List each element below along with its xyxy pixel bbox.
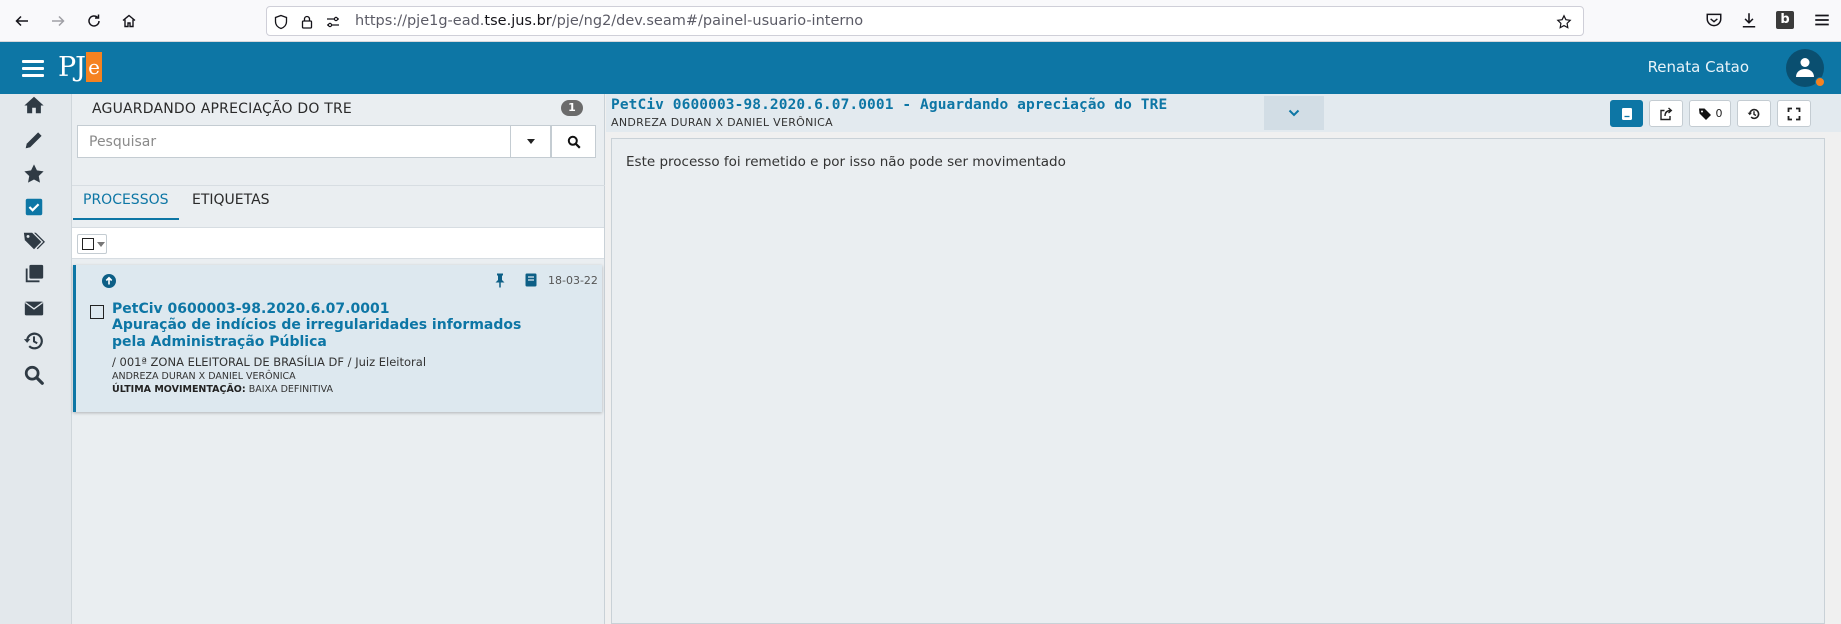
- logo-accent: e: [86, 52, 102, 82]
- search-input[interactable]: [78, 126, 514, 157]
- pin-icon[interactable]: [492, 272, 508, 288]
- chevron-down-icon: [1288, 109, 1300, 117]
- tag-icon: [1698, 108, 1711, 120]
- user-icon: [1796, 58, 1814, 77]
- tags-button[interactable]: 0: [1689, 100, 1731, 127]
- search-dropdown-button[interactable]: [510, 125, 551, 158]
- share-icon: [1660, 106, 1673, 120]
- arrow-right-icon: [52, 15, 65, 27]
- arrow-left-icon: [15, 15, 28, 27]
- status-dot: [1815, 77, 1825, 87]
- process-card[interactable]: 18-03-22 PetCiv 0600003-98.2020.6.07.000…: [73, 265, 602, 412]
- selection-bar: [72, 227, 604, 259]
- logo-text: PJ: [58, 51, 86, 83]
- history-button[interactable]: [1737, 100, 1771, 127]
- tags-icon[interactable]: [22, 229, 46, 253]
- detail-header: PetCiv 0600003-98.2020.6.07.0001 - Aguar…: [606, 94, 1841, 132]
- share-button[interactable]: [1649, 100, 1683, 127]
- reload-button[interactable]: [82, 9, 106, 33]
- process-number[interactable]: PetCiv 0600003-98.2020.6.07.0001: [112, 301, 389, 317]
- url-suffix: /pje/ng2/dev.seam#/painel-usuario-intern…: [551, 13, 864, 29]
- last-movement-label: ÚLTIMA MOVIMENTAÇÃO:: [112, 384, 246, 395]
- history-icon[interactable]: [22, 329, 46, 353]
- pocket-icon[interactable]: [1705, 11, 1723, 29]
- copies-icon[interactable]: [22, 262, 46, 286]
- side-rail: [0, 94, 72, 624]
- tabs-divider: [72, 185, 605, 186]
- star-icon[interactable]: [22, 162, 46, 186]
- tab-processos[interactable]: PROCESSOS: [83, 192, 169, 208]
- detail-parties: ANDREZA DURAN X DANIEL VERÔNICA: [611, 116, 833, 129]
- book-icon[interactable]: [523, 272, 539, 288]
- active-tab-indicator: [73, 218, 179, 220]
- card-date: 18-03-22: [548, 274, 598, 287]
- menu-icon[interactable]: [1813, 11, 1831, 29]
- select-all-dropdown[interactable]: [77, 234, 107, 254]
- hamburger-menu-icon[interactable]: [22, 60, 44, 77]
- extension-b-icon[interactable]: b: [1776, 11, 1794, 29]
- permissions-icon[interactable]: [325, 14, 341, 30]
- address-bar[interactable]: https://pje1g-ead.tse.jus.br/pje/ng2/dev…: [266, 6, 1584, 36]
- arrow-up-circle-icon[interactable]: [102, 274, 116, 288]
- detail-title: PetCiv 0600003-98.2020.6.07.0001 - Aguar…: [611, 97, 1168, 113]
- bookmark-star-icon[interactable]: [1556, 14, 1572, 30]
- expand-details-button[interactable]: [1264, 96, 1324, 130]
- card-checkbox[interactable]: [90, 305, 104, 319]
- shield-icon[interactable]: [273, 14, 289, 30]
- url-text[interactable]: https://pje1g-ead.tse.jus.br/pje/ng2/dev…: [355, 13, 863, 29]
- autos-button[interactable]: [1610, 100, 1643, 127]
- tab-etiquetas[interactable]: ETIQUETAS: [192, 192, 270, 208]
- browser-toolbar: https://pje1g-ead.tse.jus.br/pje/ng2/dev…: [0, 0, 1841, 42]
- lock-icon[interactable]: [299, 14, 315, 30]
- tag-count: 0: [1715, 107, 1723, 120]
- search-button[interactable]: [551, 125, 596, 158]
- url-domain: tse.jus.br: [484, 13, 552, 29]
- checkbox-icon: [82, 238, 94, 250]
- process-orgao: / 001ª ZONA ELEITORAL DE BRASÍLIA DF / J…: [112, 355, 427, 369]
- user-name[interactable]: Renata Catao: [1648, 58, 1749, 76]
- count-badge: 1: [561, 100, 583, 116]
- url-prefix: https://pje1g-ead.: [355, 13, 485, 29]
- pencil-icon[interactable]: [22, 128, 46, 152]
- checkbox-icon[interactable]: [22, 195, 46, 219]
- process-subject[interactable]: Apuração de indícios de irregularidades …: [112, 317, 522, 351]
- avatar[interactable]: [1786, 49, 1825, 87]
- search-icon[interactable]: [22, 363, 46, 387]
- search-field[interactable]: [77, 125, 515, 158]
- back-button[interactable]: [10, 9, 34, 33]
- detail-message: Este processo foi remetido e por isso nã…: [626, 154, 1066, 170]
- last-movement: ÚLTIMA MOVIMENTAÇÃO: BAIXA DEFINITIVA: [112, 384, 333, 395]
- list-title: AGUARDANDO APRECIAÇÃO DO TRE: [92, 101, 352, 117]
- download-icon[interactable]: [1740, 11, 1758, 29]
- detail-body: Este processo foi remetido e por isso nã…: [611, 138, 1825, 624]
- caret-down-icon: [97, 241, 105, 247]
- last-movement-value: BAIXA DEFINITIVA: [248, 384, 334, 395]
- forward-button[interactable]: [46, 9, 70, 33]
- pje-logo[interactable]: PJ e: [58, 50, 102, 84]
- book-icon: [1621, 107, 1632, 120]
- expand-icon: [1787, 107, 1801, 120]
- history-icon: [1747, 108, 1760, 119]
- process-list-panel: AGUARDANDO APRECIAÇÃO DO TRE 1 PROCESSOS…: [72, 94, 605, 624]
- app-header: PJ e Renata Catao: [0, 42, 1841, 94]
- browser-home-icon: [122, 14, 136, 28]
- fullscreen-button[interactable]: [1777, 100, 1811, 127]
- magnifier-icon: [567, 135, 581, 149]
- home-button[interactable]: [117, 9, 141, 33]
- caret-down-icon: [526, 139, 535, 144]
- home-icon[interactable]: [22, 93, 46, 117]
- reload-icon: [88, 14, 100, 27]
- process-parties: ANDREZA DURAN X DANIEL VERÔNICA: [112, 371, 296, 382]
- envelope-icon[interactable]: [22, 296, 46, 320]
